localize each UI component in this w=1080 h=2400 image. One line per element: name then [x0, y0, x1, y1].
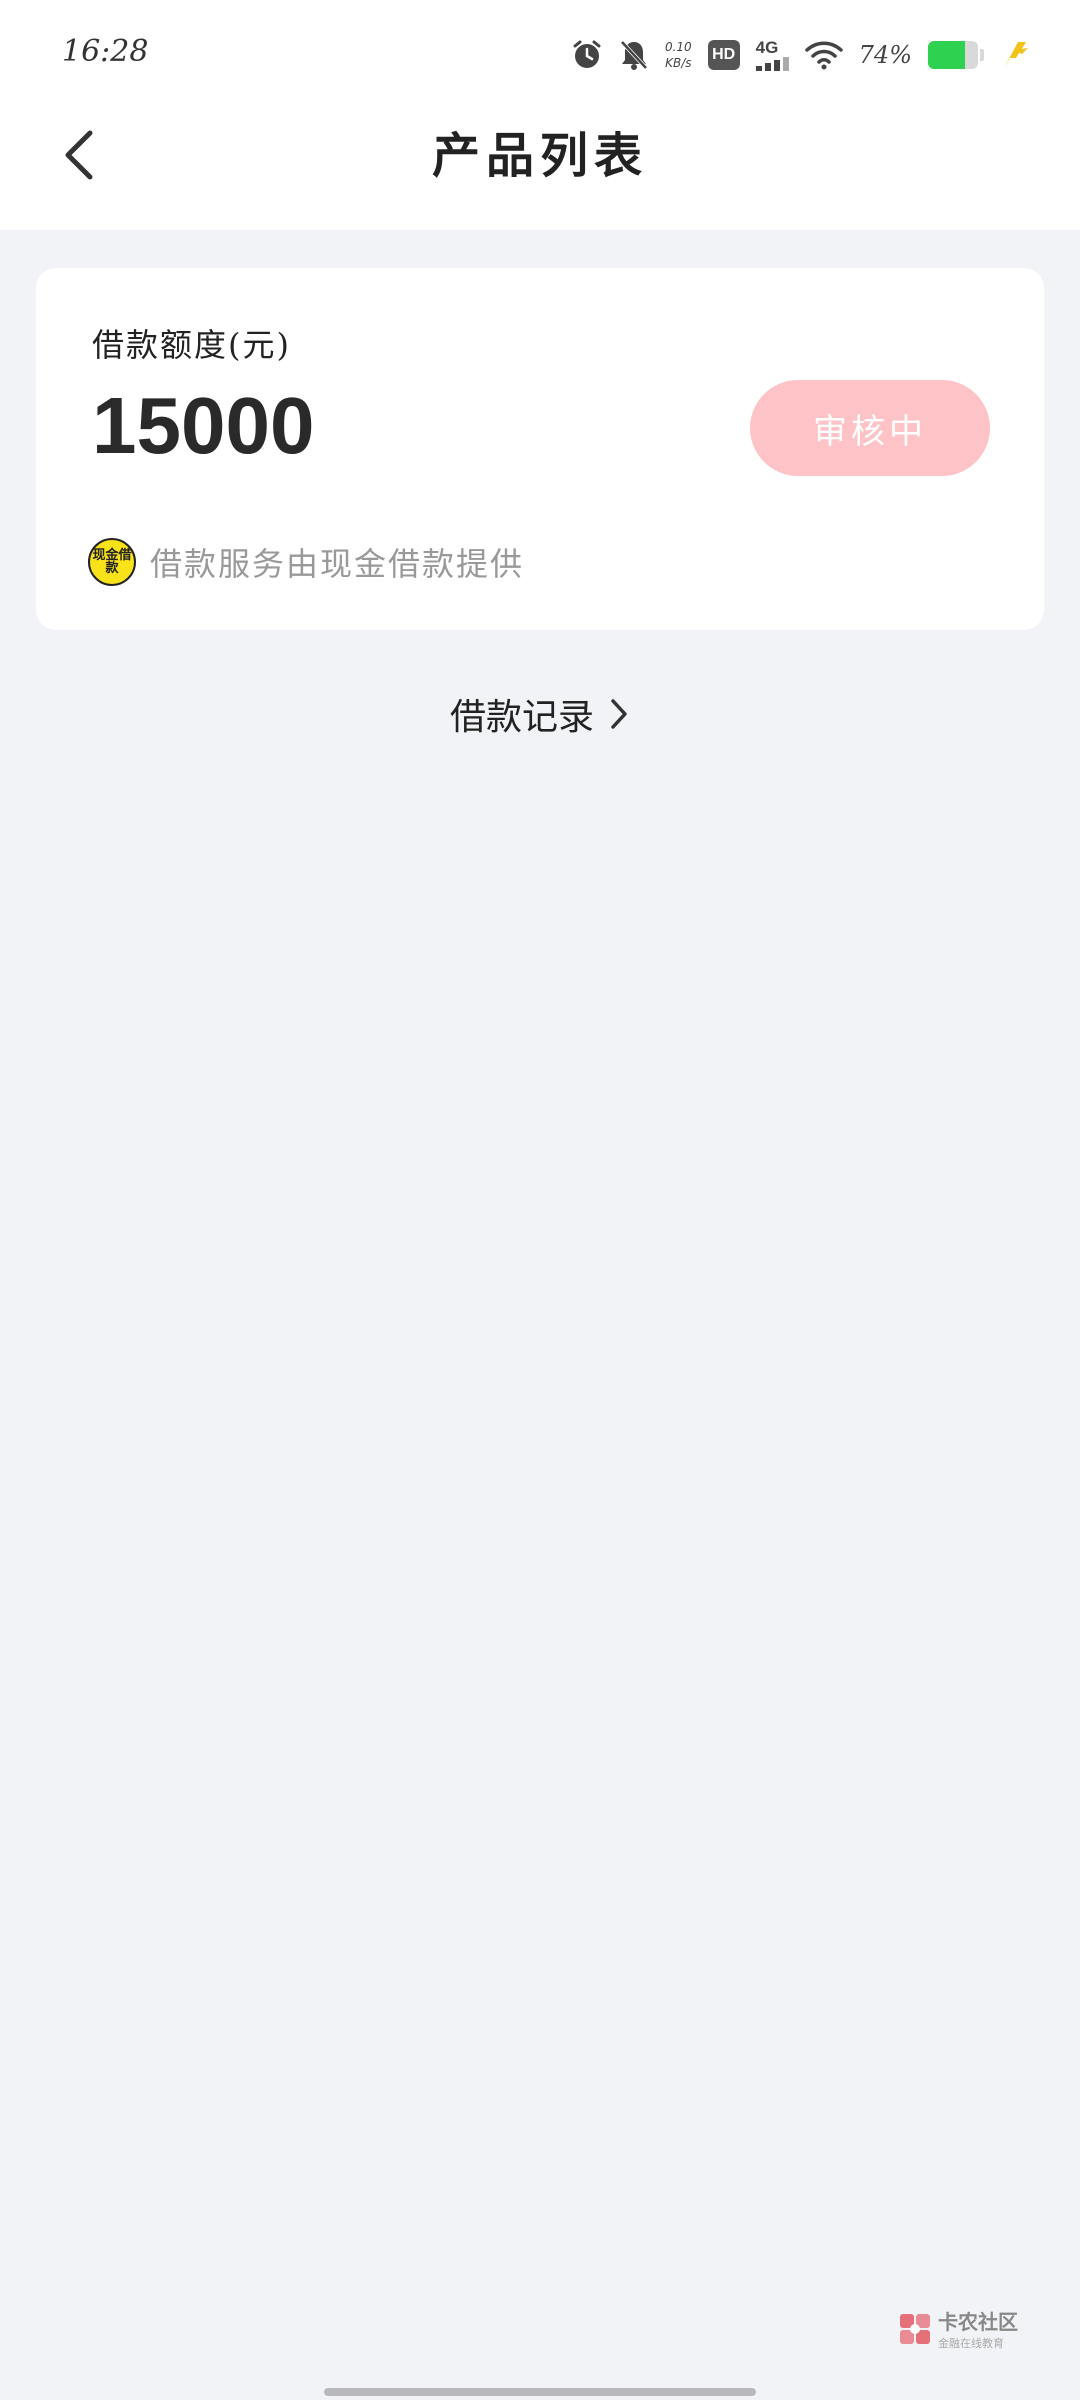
watermark: 卡农社区 金融在线教育: [898, 2306, 1018, 2351]
kanong-logo-icon: [900, 2313, 930, 2344]
provider-text: 借款服务由现金借款提供: [150, 545, 525, 583]
status-icons: 0.10 KB/s HD 4G 74%: [571, 30, 1030, 80]
nav-bar: 产品列表: [0, 100, 1080, 230]
watermark-subtitle: 金融在线教育: [938, 2337, 1004, 2350]
mute-bell-icon: [619, 39, 649, 71]
review-status-button[interactable]: 审核中: [750, 380, 990, 476]
charging-icon: [1000, 40, 1030, 70]
network-speed: 0.10 KB/s: [665, 39, 692, 71]
net-speed-value: 0.10: [664, 40, 692, 54]
battery-icon: [928, 41, 978, 69]
loan-records-label: 借款记录: [449, 697, 594, 738]
provider-row: 现金借款 借款服务由现金借款提供: [88, 538, 524, 586]
alarm-icon: [571, 39, 603, 71]
status-bar: 16:28 0.10 KB/s HD 4G 74%: [0, 0, 1080, 100]
loan-product-card[interactable]: 借款额度(元) 15000 审核中 现金借款 借款服务由现金借款提供: [36, 268, 1044, 630]
hd-badge: HD: [707, 40, 740, 70]
limit-label: 借款额度(元): [92, 326, 291, 364]
net-speed-unit: KB/s: [665, 56, 692, 70]
watermark-title: 卡农社区: [938, 2310, 1018, 2334]
signal-bars-icon: [755, 57, 789, 71]
home-indicator[interactable]: [324, 2388, 756, 2396]
wifi-icon: [804, 40, 843, 70]
loan-records-link[interactable]: 借款记录: [0, 688, 1080, 740]
status-time: 16:28: [62, 34, 149, 69]
network-type: 4G: [755, 38, 779, 57]
battery-percent: 74%: [858, 41, 912, 69]
chevron-right-icon: [611, 699, 627, 729]
page-title: 产品列表: [431, 128, 648, 184]
battery-fill: [928, 41, 965, 69]
provider-logo: 现金借款: [88, 538, 136, 586]
limit-amount: 15000: [92, 381, 315, 470]
battery-cap: [980, 49, 984, 61]
cellular-signal: 4G: [755, 38, 789, 71]
